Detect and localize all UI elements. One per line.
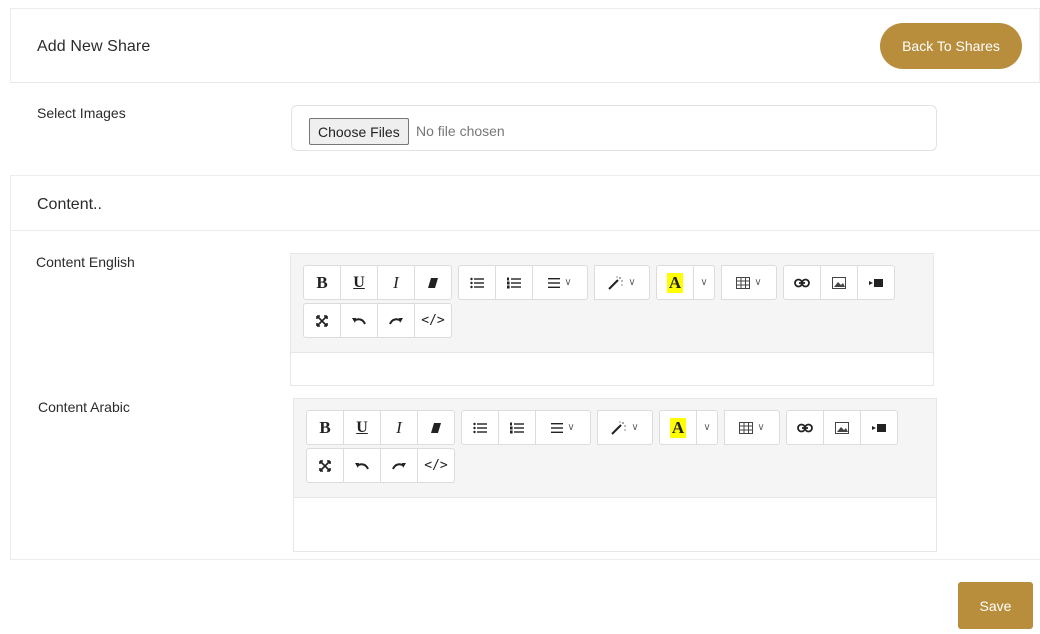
- editor-toolbar: B U I ∨ ∨ A ∨ ∨ </>: [291, 254, 933, 353]
- fullscreen-icon[interactable]: [306, 448, 344, 483]
- table-dropdown[interactable]: ∨: [721, 265, 777, 300]
- text-color-icon[interactable]: A: [659, 410, 697, 445]
- chevron-down-icon: ∨: [628, 277, 636, 288]
- ordered-list-icon[interactable]: [495, 265, 533, 300]
- content-header: Content..: [11, 176, 1040, 231]
- card-header: Add New Share Back To Shares: [10, 8, 1040, 83]
- style-dropdown[interactable]: ∨: [597, 410, 653, 445]
- align-icon: [551, 422, 564, 433]
- table-icon: [736, 276, 751, 289]
- color-dropdown[interactable]: ∨: [696, 410, 718, 445]
- color-dropdown[interactable]: ∨: [693, 265, 715, 300]
- italic-button[interactable]: I: [380, 410, 418, 445]
- page-title: Add New Share: [37, 38, 151, 55]
- align-dropdown[interactable]: ∨: [535, 410, 591, 445]
- unordered-list-icon[interactable]: [461, 410, 499, 445]
- video-icon[interactable]: [857, 265, 895, 300]
- chevron-down-icon: ∨: [754, 277, 762, 288]
- content-english-textarea[interactable]: [291, 353, 933, 385]
- link-icon[interactable]: [786, 410, 824, 445]
- unordered-list-icon[interactable]: [458, 265, 496, 300]
- underline-button[interactable]: U: [340, 265, 378, 300]
- italic-button[interactable]: I: [377, 265, 415, 300]
- chevron-down-icon: ∨: [567, 422, 575, 433]
- chevron-down-icon: ∨: [564, 277, 572, 288]
- align-icon: [548, 277, 561, 288]
- style-dropdown[interactable]: ∨: [594, 265, 650, 300]
- content-title: Content..: [37, 196, 102, 213]
- eraser-icon[interactable]: [414, 265, 452, 300]
- content-arabic-editor: B U I ∨ ∨ A ∨ ∨ </>: [293, 398, 937, 552]
- editor-toolbar: B U I ∨ ∨ A ∨ ∨ </>: [294, 399, 936, 498]
- content-english-editor: B U I ∨ ∨ A ∨ ∨ </>: [290, 253, 934, 386]
- code-view-icon[interactable]: </>: [417, 448, 455, 483]
- text-color-icon[interactable]: A: [656, 265, 694, 300]
- image-icon[interactable]: [823, 410, 861, 445]
- table-dropdown[interactable]: ∨: [724, 410, 780, 445]
- file-status: No file chosen: [416, 123, 505, 139]
- magic-wand-icon: [611, 420, 627, 435]
- chevron-down-icon: ∨: [703, 422, 711, 433]
- underline-button[interactable]: U: [343, 410, 381, 445]
- fullscreen-icon[interactable]: [303, 303, 341, 338]
- magic-wand-icon: [608, 275, 624, 290]
- bold-button[interactable]: B: [303, 265, 341, 300]
- redo-icon[interactable]: [380, 448, 418, 483]
- content-arabic-textarea[interactable]: [294, 498, 936, 551]
- content-english-label: Content English: [36, 254, 135, 270]
- eraser-icon[interactable]: [417, 410, 455, 445]
- chevron-down-icon: ∨: [700, 277, 708, 288]
- link-icon[interactable]: [783, 265, 821, 300]
- file-input[interactable]: Choose Files No file chosen: [291, 105, 937, 151]
- chevron-down-icon: ∨: [757, 422, 765, 433]
- code-view-icon[interactable]: </>: [414, 303, 452, 338]
- redo-icon[interactable]: [377, 303, 415, 338]
- video-icon[interactable]: [860, 410, 898, 445]
- align-dropdown[interactable]: ∨: [532, 265, 588, 300]
- table-icon: [739, 421, 754, 434]
- ordered-list-icon[interactable]: [498, 410, 536, 445]
- image-icon[interactable]: [820, 265, 858, 300]
- choose-files-button[interactable]: Choose Files: [309, 118, 409, 145]
- back-to-shares-button[interactable]: Back To Shares: [880, 23, 1022, 69]
- select-images-label: Select Images: [37, 105, 126, 121]
- save-button[interactable]: Save: [958, 582, 1033, 629]
- content-arabic-label: Content Arabic: [38, 399, 130, 415]
- undo-icon[interactable]: [340, 303, 378, 338]
- chevron-down-icon: ∨: [631, 422, 639, 433]
- bold-button[interactable]: B: [306, 410, 344, 445]
- undo-icon[interactable]: [343, 448, 381, 483]
